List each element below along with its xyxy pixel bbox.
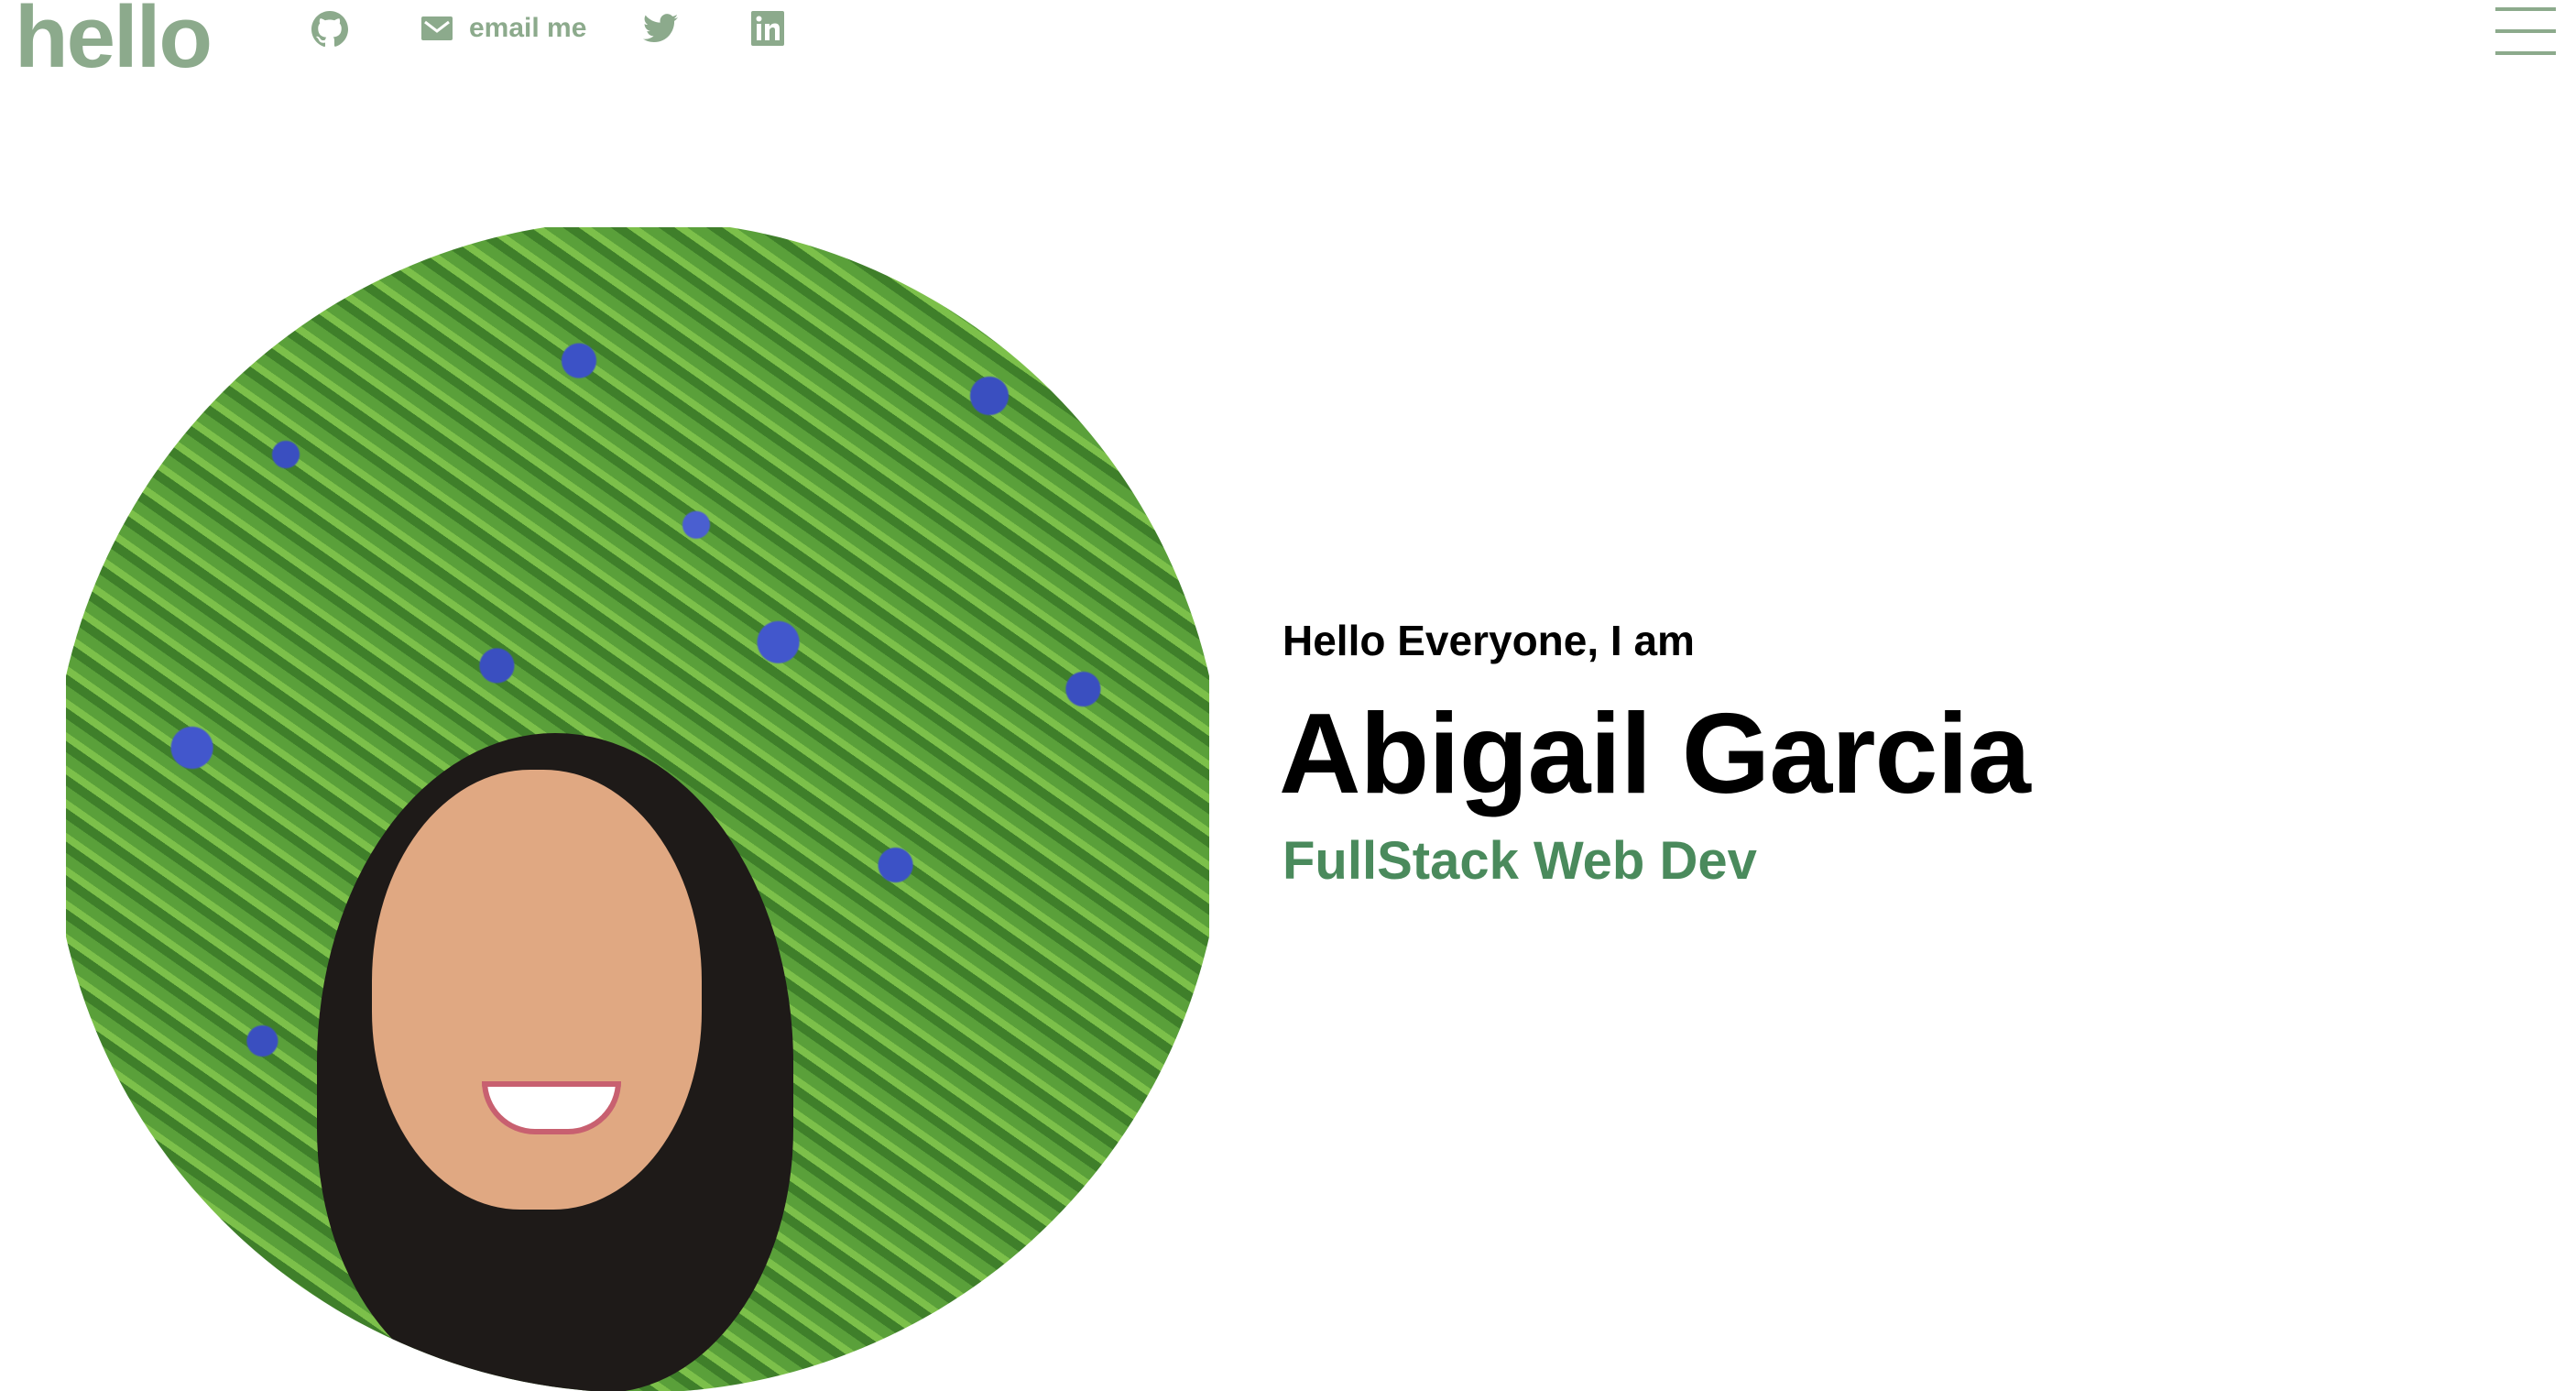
email-label: email me <box>469 13 587 43</box>
menu-bar <box>2495 7 2556 11</box>
profile-photo <box>66 227 1209 1391</box>
github-icon <box>311 11 348 48</box>
linkedin-icon <box>751 11 784 46</box>
role-subtitle: FullStack Web Dev <box>1283 831 1757 891</box>
mail-icon <box>421 16 453 40</box>
twitter-link[interactable] <box>643 13 678 44</box>
intro-text: Hello Everyone, I am <box>1283 617 1695 664</box>
logo-link[interactable]: hello <box>15 0 213 88</box>
photo-circle <box>66 227 1209 1391</box>
linkedin-link[interactable] <box>751 11 784 46</box>
menu-bar <box>2495 29 2556 33</box>
email-link[interactable]: email me <box>421 13 586 44</box>
menu-bar <box>2495 51 2556 55</box>
hamburger-menu-icon[interactable] <box>2495 7 2556 55</box>
page-title: Abigail Garcia <box>1279 691 2031 817</box>
github-link[interactable] <box>311 11 348 48</box>
twitter-icon <box>643 14 678 43</box>
photo-face <box>372 770 702 1210</box>
